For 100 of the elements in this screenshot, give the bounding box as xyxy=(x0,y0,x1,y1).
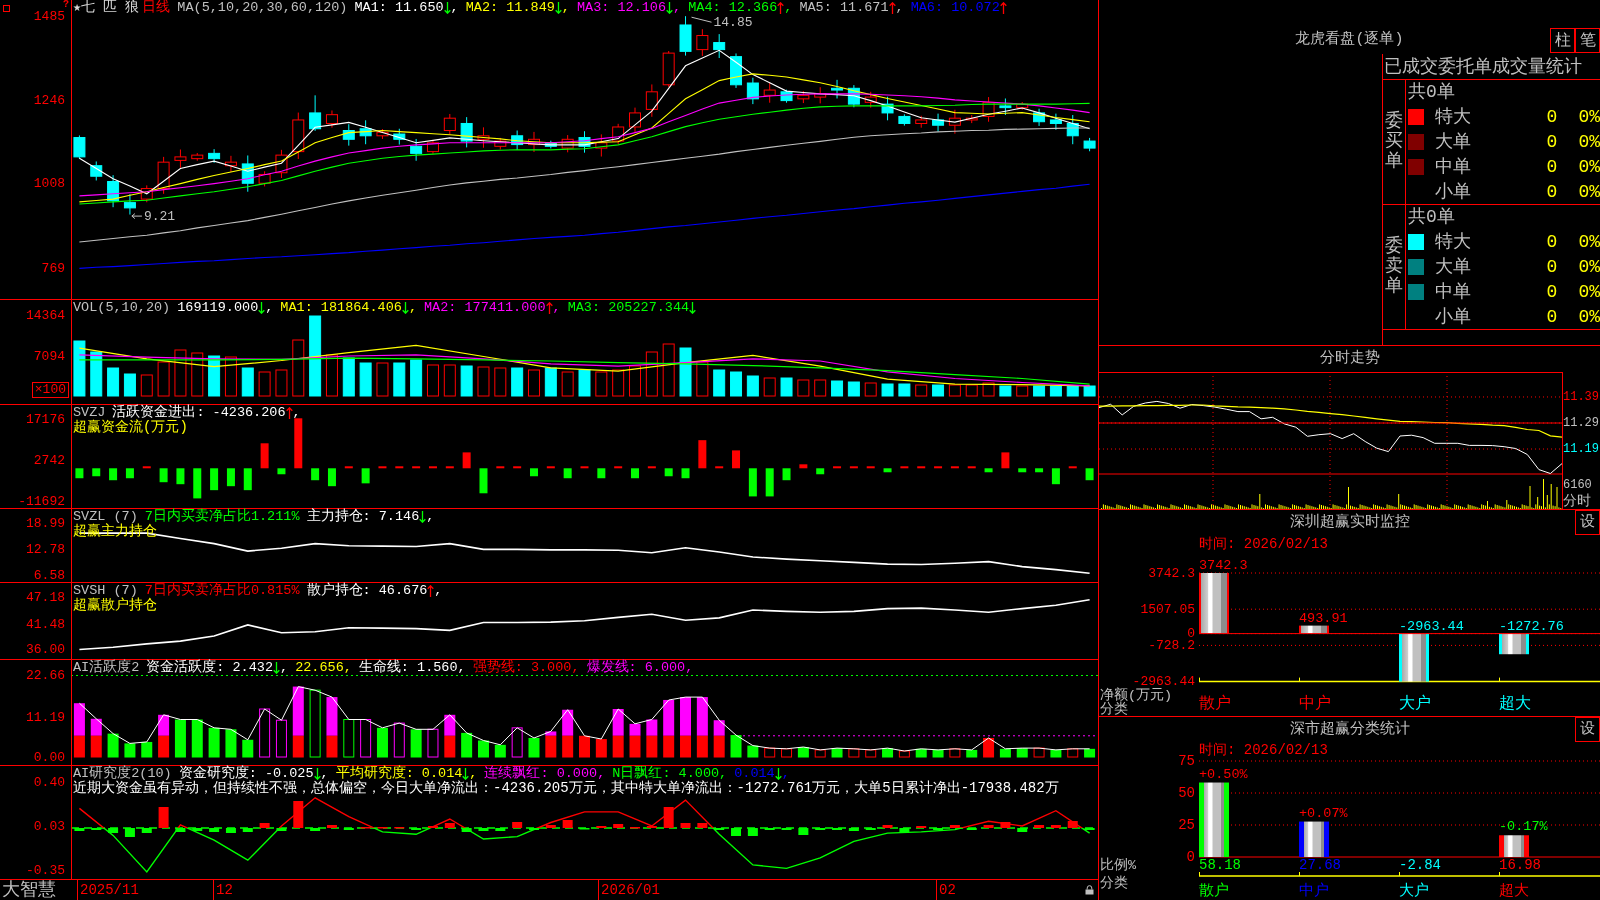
group-label: 委买单 xyxy=(1385,112,1403,172)
category-label: 大户 xyxy=(1399,882,1429,900)
fund-flow-bar xyxy=(92,468,101,477)
indicator-name: AI研究度2(10) xyxy=(73,766,172,781)
order-percent: 0% xyxy=(1578,281,1600,302)
net-flow-bar xyxy=(1399,633,1429,682)
order-percent: 0% xyxy=(1578,107,1600,128)
fund-flow-bar xyxy=(243,468,252,491)
legend-value: 平均研究度: 0.014 xyxy=(335,766,463,781)
legend-value: MA1: 181864.406 xyxy=(280,300,402,315)
fund-flow-bar xyxy=(546,466,555,469)
legend-value: MA3: 205227.344 xyxy=(567,300,690,315)
timestamp: 时间: 2026/02/13 xyxy=(1199,536,1328,552)
up-arrow-icon xyxy=(427,584,435,597)
settings-button[interactable]: 设 xyxy=(1575,510,1600,535)
candlestick xyxy=(898,113,911,127)
fund-flow-bar xyxy=(75,468,84,479)
low-price-label: 9.21 xyxy=(143,208,176,224)
legend-value: 0.014 xyxy=(734,766,775,781)
down-arrow-icon xyxy=(419,510,427,523)
fund-flow-bar xyxy=(900,466,909,469)
fund-flow-bar xyxy=(748,468,757,497)
value-label: 493.91 xyxy=(1299,610,1348,626)
candlestick xyxy=(629,107,642,133)
axis-label: 18.99 xyxy=(26,517,65,530)
legend-separator: , xyxy=(320,766,329,781)
value-label: 58.18 xyxy=(1199,857,1241,873)
date-label: 2025/11 xyxy=(80,882,139,898)
settings-button[interactable]: 设 xyxy=(1575,717,1600,742)
legend-value: 资金活跃度: 2.432 xyxy=(146,660,274,675)
unit-label: ×100 xyxy=(31,382,69,398)
fund-flow-bar xyxy=(967,466,976,469)
order-count: 0 xyxy=(1546,257,1558,277)
down-arrow-icon xyxy=(273,661,281,674)
ratio-bar xyxy=(1499,835,1529,857)
fund-flow-bar xyxy=(647,466,656,469)
axis-label: 2742 xyxy=(33,454,65,467)
fund-flow-bar xyxy=(1001,452,1010,469)
fund-flow-bar xyxy=(681,468,690,479)
fund-flow-bar xyxy=(816,468,825,475)
fund-flow-bar xyxy=(142,466,151,469)
fund-flow-bar xyxy=(1035,468,1044,473)
view-button[interactable]: 笔 xyxy=(1575,28,1600,53)
fund-flow-bar xyxy=(344,466,353,469)
fund-flow-bar xyxy=(445,466,454,469)
category-label: 散户 xyxy=(1199,882,1229,900)
legend-value: 资金研究度: -0.025 xyxy=(178,766,314,781)
fund-flow-bar xyxy=(563,468,572,479)
lock-icon[interactable] xyxy=(1085,885,1094,895)
view-button[interactable]: 柱 xyxy=(1550,28,1575,53)
legend-separator: , xyxy=(719,766,728,781)
change-label: +0.07% xyxy=(1299,805,1348,821)
leader-arrow xyxy=(131,213,143,220)
legend-separator: , xyxy=(265,300,274,315)
axis-label: 12.78 xyxy=(26,543,65,556)
axis-label: 50 xyxy=(1178,785,1195,801)
legend-separator: , xyxy=(571,660,580,675)
fund-flow-bar xyxy=(833,466,842,469)
fund-flow-bar xyxy=(732,450,741,469)
candlestick xyxy=(309,94,322,132)
value-label: 3742.3 xyxy=(1199,558,1248,573)
brand-name: 大智慧 xyxy=(2,880,56,900)
indicator-subtitle: 近期大资金虽有异动，但持续性不强，总体偏空，今日大单净流出：-4236.205万元，其中特大单净流出：-1272.761万元，大单5日累计净出-17938.482万 xyxy=(73,781,1059,796)
axis-title: 比例% xyxy=(1100,857,1137,873)
legend-value: 7日内买卖净占比1.211% xyxy=(144,509,300,524)
candlestick xyxy=(746,77,759,105)
category-label: 散户 xyxy=(1199,695,1231,713)
indicator-name: SVSH (7) xyxy=(73,583,138,598)
axis-label: -11692 xyxy=(18,495,65,508)
legend-separator: , xyxy=(685,660,694,675)
down-arrow-icon xyxy=(462,767,470,780)
order-count: 0 xyxy=(1546,107,1558,128)
legend-value: MA3: 12.106 xyxy=(576,0,667,15)
value-label: -2.84 xyxy=(1399,857,1441,873)
legend-separator: , xyxy=(561,0,570,15)
panel-title: 深圳超赢实时监控 xyxy=(1289,514,1410,532)
fund-flow-bar xyxy=(378,466,387,469)
fund-flow-bar xyxy=(429,466,437,469)
axis-label: 分时 xyxy=(1563,493,1592,509)
axis-label: 17176 xyxy=(26,413,65,426)
order-count: 0 xyxy=(1546,306,1558,327)
category-label: 中户 xyxy=(1299,695,1331,713)
table-title: 已成交委托单成交量统计 xyxy=(1384,56,1582,77)
fund-flow-bar xyxy=(193,468,202,499)
fund-flow-bar xyxy=(530,468,538,477)
fund-flow-bar xyxy=(226,468,235,487)
indicator-name: SVZL (7) xyxy=(73,509,138,524)
legend-separator: , xyxy=(597,766,606,781)
legend-value: 生命线: 1.560 xyxy=(358,660,458,675)
price-label: 11.39 xyxy=(1563,390,1600,404)
down-arrow-icon xyxy=(666,1,674,14)
indicator-name: VOL(5,10,20) xyxy=(73,300,171,315)
fund-flow-bar xyxy=(277,468,286,475)
down-arrow-icon xyxy=(401,301,409,314)
fund-flow-bar xyxy=(513,466,522,469)
candlestick xyxy=(527,131,540,153)
fund-flow-bar xyxy=(395,466,404,469)
down-arrow-icon xyxy=(313,767,321,780)
help-mark[interactable]: ? xyxy=(63,0,69,9)
value-label: 16.98 xyxy=(1499,857,1541,873)
